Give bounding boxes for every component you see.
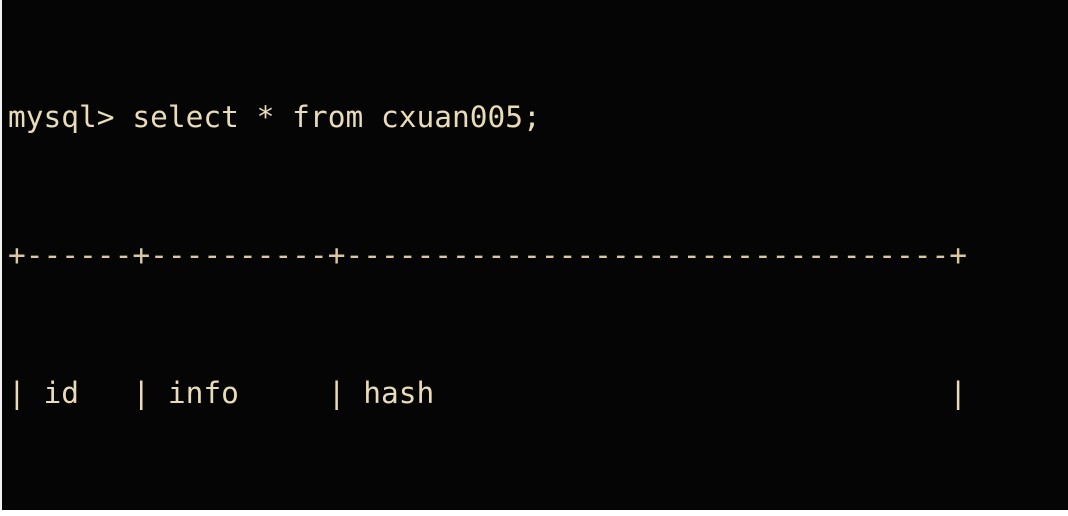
table-border-top: +------+----------+---------------------… xyxy=(8,238,968,272)
window-bottom-edge xyxy=(0,510,1068,516)
terminal-window[interactable]: mysql> select * from cxuan005; +------+-… xyxy=(0,0,1068,516)
terminal-output[interactable]: mysql> select * from cxuan005; +------+-… xyxy=(8,2,1068,516)
table-header-row: | id | info | hash | xyxy=(8,376,968,410)
window-left-edge xyxy=(0,0,2,516)
prompt-line: mysql> select * from cxuan005; xyxy=(8,100,541,134)
